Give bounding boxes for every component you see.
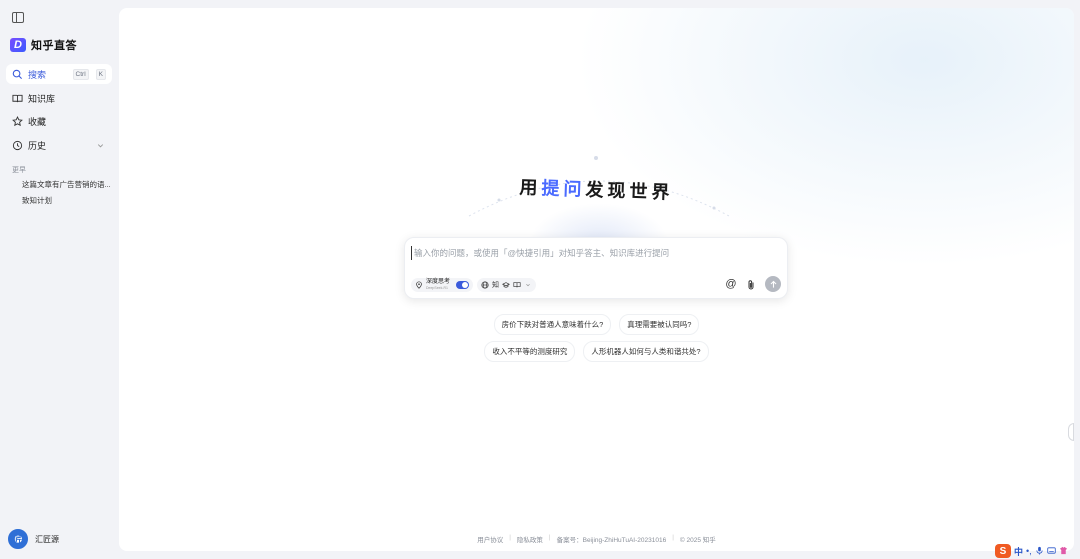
- avatar: 匠: [8, 529, 28, 549]
- ime-punctuation-icon[interactable]: •,: [1026, 546, 1032, 556]
- at-mention-icon[interactable]: @: [725, 278, 737, 290]
- graduation-cap-icon: [502, 281, 510, 289]
- history-item[interactable]: 这篇文章有广告营销的语...: [22, 179, 112, 190]
- question-input[interactable]: [411, 246, 781, 260]
- globe-icon: [481, 281, 489, 289]
- sidebar-item-label: 知识库: [28, 93, 56, 104]
- deep-think-switch[interactable]: [456, 281, 470, 289]
- sidebar-item-favorites[interactable]: 收藏: [6, 111, 112, 131]
- ime-tray: S 中 •,: [995, 543, 1068, 559]
- sidebar-item-label: 收藏: [28, 116, 47, 127]
- footer-divider: |: [509, 534, 511, 541]
- hero-prefix: 用: [519, 177, 542, 199]
- zhihu-source: 知: [492, 282, 499, 289]
- suggestion-chip[interactable]: 真理需要被认同吗?: [619, 314, 700, 335]
- history-heading: 更早: [12, 167, 26, 174]
- sidebar-item-search[interactable]: 搜索 Ctrl K: [6, 64, 112, 84]
- suggestion-chip[interactable]: 房价下跌对普通人意味着什么?: [493, 314, 612, 335]
- shortcut-key: K: [95, 68, 106, 80]
- sidebar-item-knowledge-base[interactable]: 知识库: [6, 88, 112, 108]
- microphone-icon[interactable]: [1035, 546, 1044, 557]
- brand[interactable]: D 知乎直答: [10, 37, 77, 53]
- deep-think-toggle[interactable]: 深度思考 DeepSeek-R1: [411, 278, 474, 292]
- footer-divider: |: [548, 534, 551, 541]
- hero-suffix: 发现世界: [585, 179, 674, 203]
- chevron-down-icon[interactable]: [95, 140, 106, 151]
- star-icon: [12, 115, 23, 127]
- suggestion-chip[interactable]: 收入不平等的测度研究: [484, 341, 576, 362]
- suggestion-row: 房价下跌对普通人意味着什么? 真理需要被认同吗?: [119, 314, 1074, 335]
- suggestion-row: 收入不平等的测度研究 人形机器人如何与人类和谐共处?: [119, 341, 1074, 362]
- composer-actions: @: [725, 276, 781, 292]
- sidebar: D 知乎直答 搜索 Ctrl K 知识库 收藏 历史 更早 这篇文章有广告营销的…: [0, 0, 118, 559]
- brand-logo-icon: D: [10, 38, 26, 52]
- sidebar-toggle-icon[interactable]: [12, 12, 24, 23]
- chevron-down-icon: [524, 281, 532, 289]
- sidebar-item-history[interactable]: 历史: [6, 135, 112, 155]
- paperclip-icon[interactable]: [745, 278, 757, 290]
- ime-logo-icon[interactable]: S: [995, 544, 1011, 558]
- deep-think-model: DeepSeek-R1: [426, 286, 448, 290]
- footer-copyright: © 2025 知乎: [679, 537, 716, 544]
- user-name: 汇匠源: [35, 534, 59, 544]
- main-panel: 用提问发现世界 深度思考 DeepSeek-R1 知: [119, 8, 1074, 551]
- search-icon: [12, 69, 23, 80]
- question-composer: 深度思考 DeepSeek-R1 知 @: [404, 237, 788, 299]
- clock-icon: [12, 140, 23, 151]
- hero-accent: 提问: [541, 178, 586, 200]
- location-pin-icon: [415, 281, 423, 289]
- book-icon: [513, 281, 521, 289]
- arrow-up-icon: [770, 280, 776, 288]
- shortcut-ctrl: Ctrl: [72, 68, 89, 80]
- suggestion-chip[interactable]: 人形机器人如何与人类和谐共处?: [583, 341, 709, 362]
- sidebar-item-label: 历史: [28, 140, 47, 151]
- footer-user-agreement[interactable]: 用户协议: [477, 534, 503, 544]
- footer-privacy-policy[interactable]: 隐私政策: [517, 534, 543, 544]
- source-selector[interactable]: 知: [477, 278, 536, 292]
- book-icon: [12, 93, 23, 104]
- sidebar-item-label: 搜索: [28, 69, 47, 80]
- side-panel-handle[interactable]: [1068, 423, 1074, 441]
- user-profile[interactable]: 匠 汇匠源: [8, 529, 59, 549]
- skin-icon[interactable]: [1059, 546, 1068, 557]
- keyboard-icon[interactable]: [1046, 546, 1056, 557]
- footer-icp[interactable]: 备案号：Beijing-ZhiHuTuAI-20231016: [557, 534, 667, 544]
- footer-divider: |: [672, 534, 674, 541]
- ime-language[interactable]: 中: [1014, 545, 1023, 558]
- history-item[interactable]: 致知计划: [22, 195, 112, 206]
- send-button[interactable]: [765, 276, 781, 292]
- footer: 用户协议 | 隐私政策 | 备案号：Beijing-ZhiHuTuAI-2023…: [119, 534, 1074, 544]
- brand-name: 知乎直答: [31, 40, 77, 52]
